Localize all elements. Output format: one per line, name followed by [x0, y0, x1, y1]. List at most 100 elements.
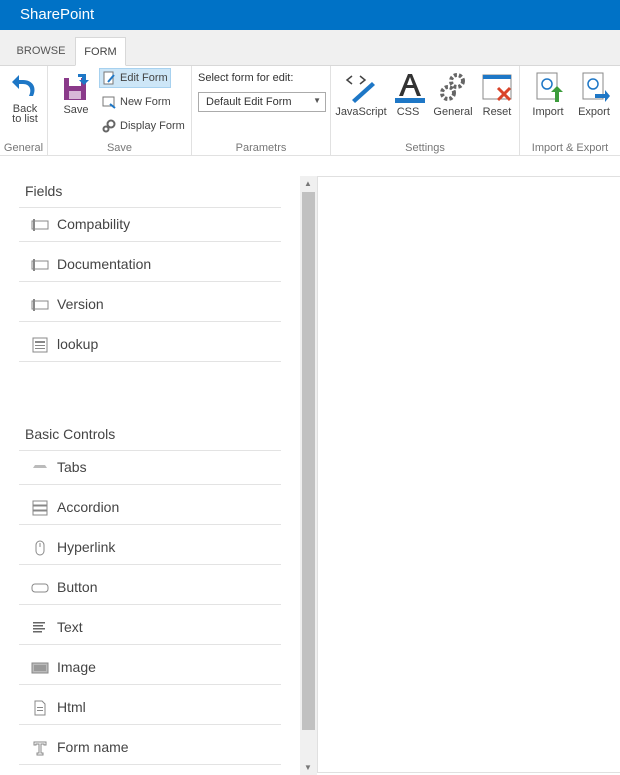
general-settings-label: General: [433, 106, 473, 118]
reset-button[interactable]: Reset: [479, 70, 515, 118]
divider: [19, 644, 281, 645]
javascript-label: JavaScript: [335, 106, 387, 118]
group-parametrs-label: Parametrs: [235, 142, 287, 154]
control-item-hyperlink[interactable]: Hyperlink: [19, 528, 281, 568]
reset-window-icon: [482, 74, 512, 102]
fields-section-title: Fields: [25, 183, 63, 199]
save-disk-icon: [64, 74, 89, 100]
select-form-label: Select form for edit:: [198, 72, 294, 84]
group-import-export-label: Import & Export: [531, 142, 609, 154]
import-icon: [536, 72, 563, 102]
control-label: Button: [57, 579, 98, 595]
group-general: Back to list General: [0, 66, 48, 156]
field-item-documentation[interactable]: Documentation: [19, 245, 281, 285]
control-label: Tabs: [57, 459, 87, 475]
field-item-version[interactable]: Version: [19, 285, 281, 325]
suite-bar: SharePoint: [0, 0, 620, 30]
import-label: Import: [532, 106, 564, 118]
new-form-button[interactable]: New Form: [100, 92, 190, 112]
new-form-icon: [102, 96, 116, 109]
field-text-icon: [31, 299, 49, 311]
tabs-icon: [33, 465, 47, 468]
divider: [19, 604, 281, 605]
mouse-icon: [35, 540, 45, 556]
control-label: Html: [57, 699, 86, 715]
css-label: CSS: [396, 106, 420, 118]
brand-title[interactable]: SharePoint: [20, 6, 94, 23]
edit-form-icon: [103, 71, 115, 85]
field-item-lookup[interactable]: lookup: [19, 325, 281, 365]
tab-form[interactable]: FORM: [75, 37, 126, 66]
general-settings-button[interactable]: General: [431, 70, 475, 118]
back-arrow-icon: [12, 75, 35, 96]
back-to-list-label: Back to list: [12, 103, 38, 125]
divider: [19, 361, 281, 362]
new-form-label: New Form: [120, 96, 171, 108]
form-design-canvas[interactable]: [317, 176, 620, 773]
button-icon: [31, 583, 49, 593]
control-label: Image: [57, 659, 96, 675]
field-text-icon: [31, 219, 49, 231]
divider: [19, 564, 281, 565]
divider: [19, 764, 281, 765]
css-button[interactable]: CSS: [393, 70, 425, 118]
save-label: Save: [63, 104, 89, 116]
divider: [19, 484, 281, 485]
control-item-accordion[interactable]: Accordion: [19, 488, 281, 528]
export-icon: [582, 72, 610, 102]
control-item-button[interactable]: Button: [19, 568, 281, 608]
control-item-html[interactable]: Html: [19, 688, 281, 728]
gears-icon: [102, 119, 116, 133]
group-settings: JavaScript CSS General Reset Settings: [331, 66, 520, 156]
field-label: Documentation: [57, 256, 152, 272]
export-label: Export: [578, 106, 610, 118]
group-general-label: General: [3, 142, 44, 154]
ribbon: Back to list General Save Edit Form New …: [0, 66, 620, 156]
control-item-form-name[interactable]: Form name: [19, 728, 281, 768]
divider: [19, 281, 281, 282]
panel-scrollbar[interactable]: ▲ ▼: [300, 176, 317, 775]
accordion-icon: [32, 500, 48, 516]
divider: [19, 524, 281, 525]
scroll-down-icon[interactable]: ▼: [304, 763, 312, 772]
control-label: Form name: [57, 739, 129, 755]
group-save: Save Edit Form New Form Display Form Sav…: [48, 66, 192, 156]
display-form-button[interactable]: Display Form: [100, 116, 190, 136]
control-item-text[interactable]: Text: [19, 608, 281, 648]
divider: [19, 724, 281, 725]
lookup-field-icon: [32, 337, 48, 353]
toolbox-panel: Fields Compability Documentation Version…: [0, 176, 300, 775]
import-button[interactable]: Import: [526, 70, 570, 118]
reset-label: Reset: [482, 106, 512, 118]
form-select[interactable]: Default Edit Form ▼: [198, 92, 326, 112]
export-button[interactable]: Export: [574, 70, 614, 118]
divider: [19, 321, 281, 322]
control-label: Hyperlink: [57, 539, 116, 555]
edit-form-label: Edit Form: [120, 72, 168, 84]
chevron-down-icon: ▼: [313, 96, 321, 105]
scroll-up-icon[interactable]: ▲: [304, 179, 312, 188]
tab-browse[interactable]: BROWSE: [10, 37, 72, 66]
display-form-label: Display Form: [120, 120, 185, 132]
divider: [19, 241, 281, 242]
form-select-value: Default Edit Form: [206, 96, 292, 108]
divider: [19, 684, 281, 685]
field-item-compability[interactable]: Compability: [19, 205, 281, 245]
field-text-icon: [31, 259, 49, 271]
control-item-tabs[interactable]: Tabs: [19, 448, 281, 488]
group-import-export: Import Export Import & Export: [520, 66, 620, 156]
back-to-list-button[interactable]: Back to list: [4, 70, 46, 125]
text-lines-icon: [33, 622, 45, 633]
css-letter-a-icon: [395, 74, 425, 103]
field-label: Version: [57, 296, 104, 312]
scrollbar-thumb[interactable]: [302, 192, 315, 730]
control-label: Accordion: [57, 499, 120, 515]
field-label: lookup: [57, 336, 99, 352]
javascript-button[interactable]: JavaScript: [335, 70, 387, 118]
save-button[interactable]: Save: [58, 70, 94, 116]
gear-icon: [440, 73, 465, 101]
field-label: Compability: [57, 216, 131, 232]
edit-form-button[interactable]: Edit Form: [99, 68, 171, 88]
control-item-image[interactable]: Image: [19, 648, 281, 688]
image-icon: [31, 662, 49, 674]
